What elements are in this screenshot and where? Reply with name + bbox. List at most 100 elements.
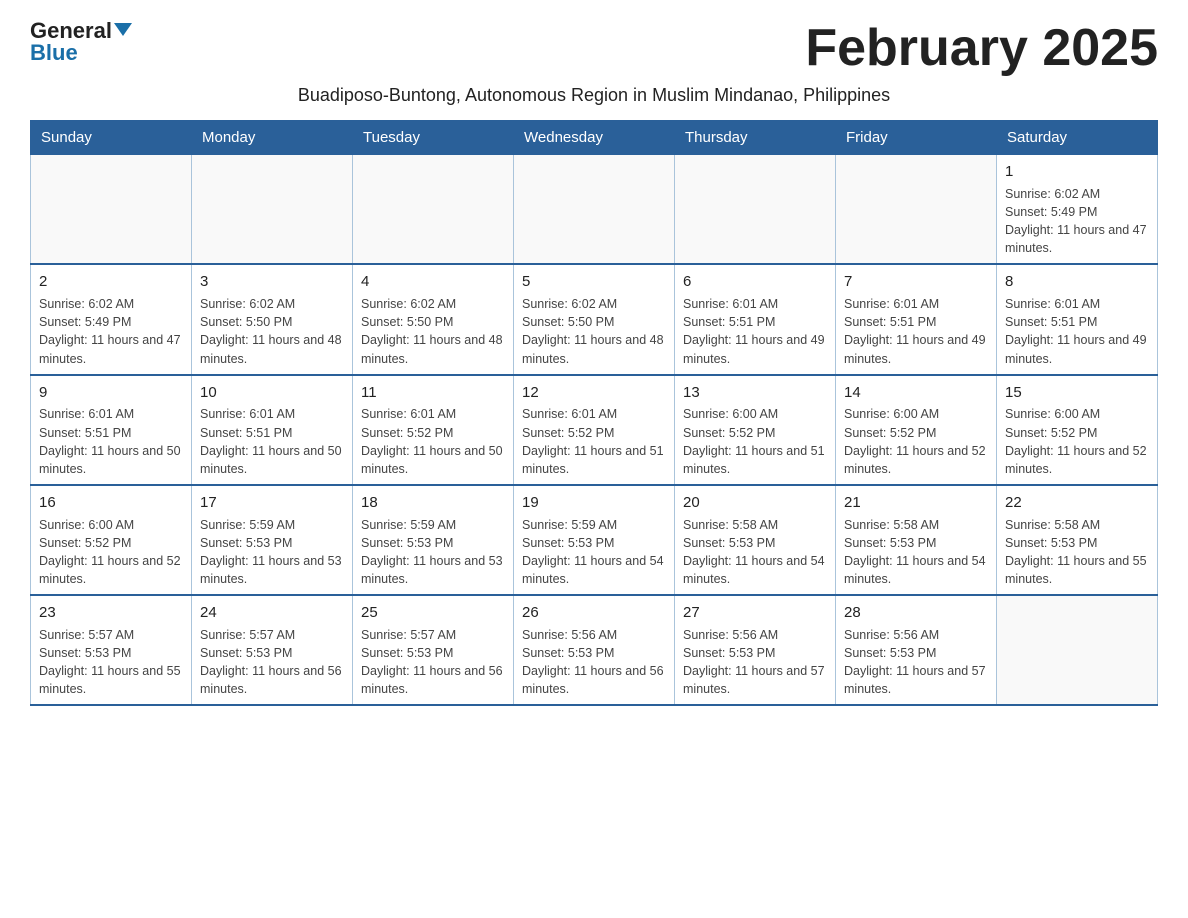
day-info: Sunrise: 5:58 AMSunset: 5:53 PMDaylight:… [683, 516, 827, 589]
day-number: 12 [522, 382, 666, 404]
day-number: 5 [522, 271, 666, 293]
day-info: Sunrise: 6:00 AMSunset: 5:52 PMDaylight:… [844, 405, 988, 478]
calendar-cell: 8Sunrise: 6:01 AMSunset: 5:51 PMDaylight… [997, 264, 1158, 374]
day-info: Sunrise: 6:02 AMSunset: 5:50 PMDaylight:… [522, 295, 666, 368]
calendar-body: 1Sunrise: 6:02 AMSunset: 5:49 PMDaylight… [31, 155, 1158, 706]
day-info: Sunrise: 6:01 AMSunset: 5:51 PMDaylight:… [200, 405, 344, 478]
day-number: 22 [1005, 492, 1149, 514]
day-number: 18 [361, 492, 505, 514]
week-row-2: 9Sunrise: 6:01 AMSunset: 5:51 PMDaylight… [31, 375, 1158, 485]
calendar-cell: 10Sunrise: 6:01 AMSunset: 5:51 PMDayligh… [192, 375, 353, 485]
day-info: Sunrise: 5:59 AMSunset: 5:53 PMDaylight:… [361, 516, 505, 589]
day-number: 2 [39, 271, 183, 293]
day-info: Sunrise: 5:56 AMSunset: 5:53 PMDaylight:… [683, 626, 827, 699]
calendar-cell [997, 595, 1158, 705]
calendar-cell: 28Sunrise: 5:56 AMSunset: 5:53 PMDayligh… [836, 595, 997, 705]
day-number: 25 [361, 602, 505, 624]
calendar-cell: 27Sunrise: 5:56 AMSunset: 5:53 PMDayligh… [675, 595, 836, 705]
day-info: Sunrise: 5:56 AMSunset: 5:53 PMDaylight:… [522, 626, 666, 699]
calendar-table: SundayMondayTuesdayWednesdayThursdayFrid… [30, 120, 1158, 706]
day-info: Sunrise: 6:01 AMSunset: 5:51 PMDaylight:… [683, 295, 827, 368]
day-info: Sunrise: 6:00 AMSunset: 5:52 PMDaylight:… [1005, 405, 1149, 478]
day-number: 19 [522, 492, 666, 514]
day-info: Sunrise: 5:58 AMSunset: 5:53 PMDaylight:… [1005, 516, 1149, 589]
day-number: 9 [39, 382, 183, 404]
day-info: Sunrise: 6:01 AMSunset: 5:51 PMDaylight:… [39, 405, 183, 478]
calendar-cell: 12Sunrise: 6:01 AMSunset: 5:52 PMDayligh… [514, 375, 675, 485]
week-row-3: 16Sunrise: 6:00 AMSunset: 5:52 PMDayligh… [31, 485, 1158, 595]
day-number: 21 [844, 492, 988, 514]
calendar-cell [353, 155, 514, 265]
day-info: Sunrise: 6:01 AMSunset: 5:51 PMDaylight:… [844, 295, 988, 368]
calendar-cell: 18Sunrise: 5:59 AMSunset: 5:53 PMDayligh… [353, 485, 514, 595]
calendar-cell: 6Sunrise: 6:01 AMSunset: 5:51 PMDaylight… [675, 264, 836, 374]
day-number: 4 [361, 271, 505, 293]
calendar-cell: 11Sunrise: 6:01 AMSunset: 5:52 PMDayligh… [353, 375, 514, 485]
header-monday: Monday [192, 121, 353, 155]
logo-blue-text: Blue [30, 42, 78, 64]
month-title: February 2025 [805, 20, 1158, 77]
day-info: Sunrise: 6:00 AMSunset: 5:52 PMDaylight:… [683, 405, 827, 478]
day-number: 8 [1005, 271, 1149, 293]
day-info: Sunrise: 5:59 AMSunset: 5:53 PMDaylight:… [200, 516, 344, 589]
calendar-cell [836, 155, 997, 265]
day-number: 28 [844, 602, 988, 624]
calendar-cell: 19Sunrise: 5:59 AMSunset: 5:53 PMDayligh… [514, 485, 675, 595]
day-info: Sunrise: 6:02 AMSunset: 5:49 PMDaylight:… [39, 295, 183, 368]
subtitle: Buadiposo-Buntong, Autonomous Region in … [30, 85, 1158, 106]
day-info: Sunrise: 6:02 AMSunset: 5:50 PMDaylight:… [200, 295, 344, 368]
day-number: 27 [683, 602, 827, 624]
day-number: 11 [361, 382, 505, 404]
day-number: 1 [1005, 161, 1149, 183]
calendar-cell: 16Sunrise: 6:00 AMSunset: 5:52 PMDayligh… [31, 485, 192, 595]
day-info: Sunrise: 6:02 AMSunset: 5:50 PMDaylight:… [361, 295, 505, 368]
calendar-cell: 9Sunrise: 6:01 AMSunset: 5:51 PMDaylight… [31, 375, 192, 485]
calendar-cell: 17Sunrise: 5:59 AMSunset: 5:53 PMDayligh… [192, 485, 353, 595]
calendar-cell: 4Sunrise: 6:02 AMSunset: 5:50 PMDaylight… [353, 264, 514, 374]
day-number: 3 [200, 271, 344, 293]
day-info: Sunrise: 5:58 AMSunset: 5:53 PMDaylight:… [844, 516, 988, 589]
header-row: SundayMondayTuesdayWednesdayThursdayFrid… [31, 121, 1158, 155]
logo-triangle-icon [114, 23, 132, 36]
day-info: Sunrise: 6:02 AMSunset: 5:49 PMDaylight:… [1005, 185, 1149, 258]
day-info: Sunrise: 5:59 AMSunset: 5:53 PMDaylight:… [522, 516, 666, 589]
calendar-cell: 21Sunrise: 5:58 AMSunset: 5:53 PMDayligh… [836, 485, 997, 595]
calendar-cell: 24Sunrise: 5:57 AMSunset: 5:53 PMDayligh… [192, 595, 353, 705]
day-info: Sunrise: 6:01 AMSunset: 5:52 PMDaylight:… [361, 405, 505, 478]
day-number: 14 [844, 382, 988, 404]
calendar-cell: 20Sunrise: 5:58 AMSunset: 5:53 PMDayligh… [675, 485, 836, 595]
week-row-1: 2Sunrise: 6:02 AMSunset: 5:49 PMDaylight… [31, 264, 1158, 374]
day-number: 13 [683, 382, 827, 404]
calendar-cell: 13Sunrise: 6:00 AMSunset: 5:52 PMDayligh… [675, 375, 836, 485]
header-friday: Friday [836, 121, 997, 155]
day-number: 20 [683, 492, 827, 514]
calendar-cell: 1Sunrise: 6:02 AMSunset: 5:49 PMDaylight… [997, 155, 1158, 265]
header: General Blue February 2025 [30, 20, 1158, 77]
day-number: 23 [39, 602, 183, 624]
header-wednesday: Wednesday [514, 121, 675, 155]
day-info: Sunrise: 6:01 AMSunset: 5:52 PMDaylight:… [522, 405, 666, 478]
day-number: 24 [200, 602, 344, 624]
calendar-cell: 7Sunrise: 6:01 AMSunset: 5:51 PMDaylight… [836, 264, 997, 374]
calendar-cell [514, 155, 675, 265]
calendar-cell: 22Sunrise: 5:58 AMSunset: 5:53 PMDayligh… [997, 485, 1158, 595]
calendar-cell: 5Sunrise: 6:02 AMSunset: 5:50 PMDaylight… [514, 264, 675, 374]
day-number: 16 [39, 492, 183, 514]
day-info: Sunrise: 5:57 AMSunset: 5:53 PMDaylight:… [39, 626, 183, 699]
header-tuesday: Tuesday [353, 121, 514, 155]
header-sunday: Sunday [31, 121, 192, 155]
day-info: Sunrise: 5:56 AMSunset: 5:53 PMDaylight:… [844, 626, 988, 699]
day-info: Sunrise: 6:00 AMSunset: 5:52 PMDaylight:… [39, 516, 183, 589]
logo-general-text: General [30, 20, 112, 42]
calendar-cell: 2Sunrise: 6:02 AMSunset: 5:49 PMDaylight… [31, 264, 192, 374]
calendar-cell: 26Sunrise: 5:56 AMSunset: 5:53 PMDayligh… [514, 595, 675, 705]
day-info: Sunrise: 5:57 AMSunset: 5:53 PMDaylight:… [361, 626, 505, 699]
day-number: 7 [844, 271, 988, 293]
day-number: 10 [200, 382, 344, 404]
week-row-4: 23Sunrise: 5:57 AMSunset: 5:53 PMDayligh… [31, 595, 1158, 705]
calendar-cell: 23Sunrise: 5:57 AMSunset: 5:53 PMDayligh… [31, 595, 192, 705]
day-number: 15 [1005, 382, 1149, 404]
logo: General Blue [30, 20, 132, 64]
calendar-cell: 25Sunrise: 5:57 AMSunset: 5:53 PMDayligh… [353, 595, 514, 705]
day-number: 26 [522, 602, 666, 624]
